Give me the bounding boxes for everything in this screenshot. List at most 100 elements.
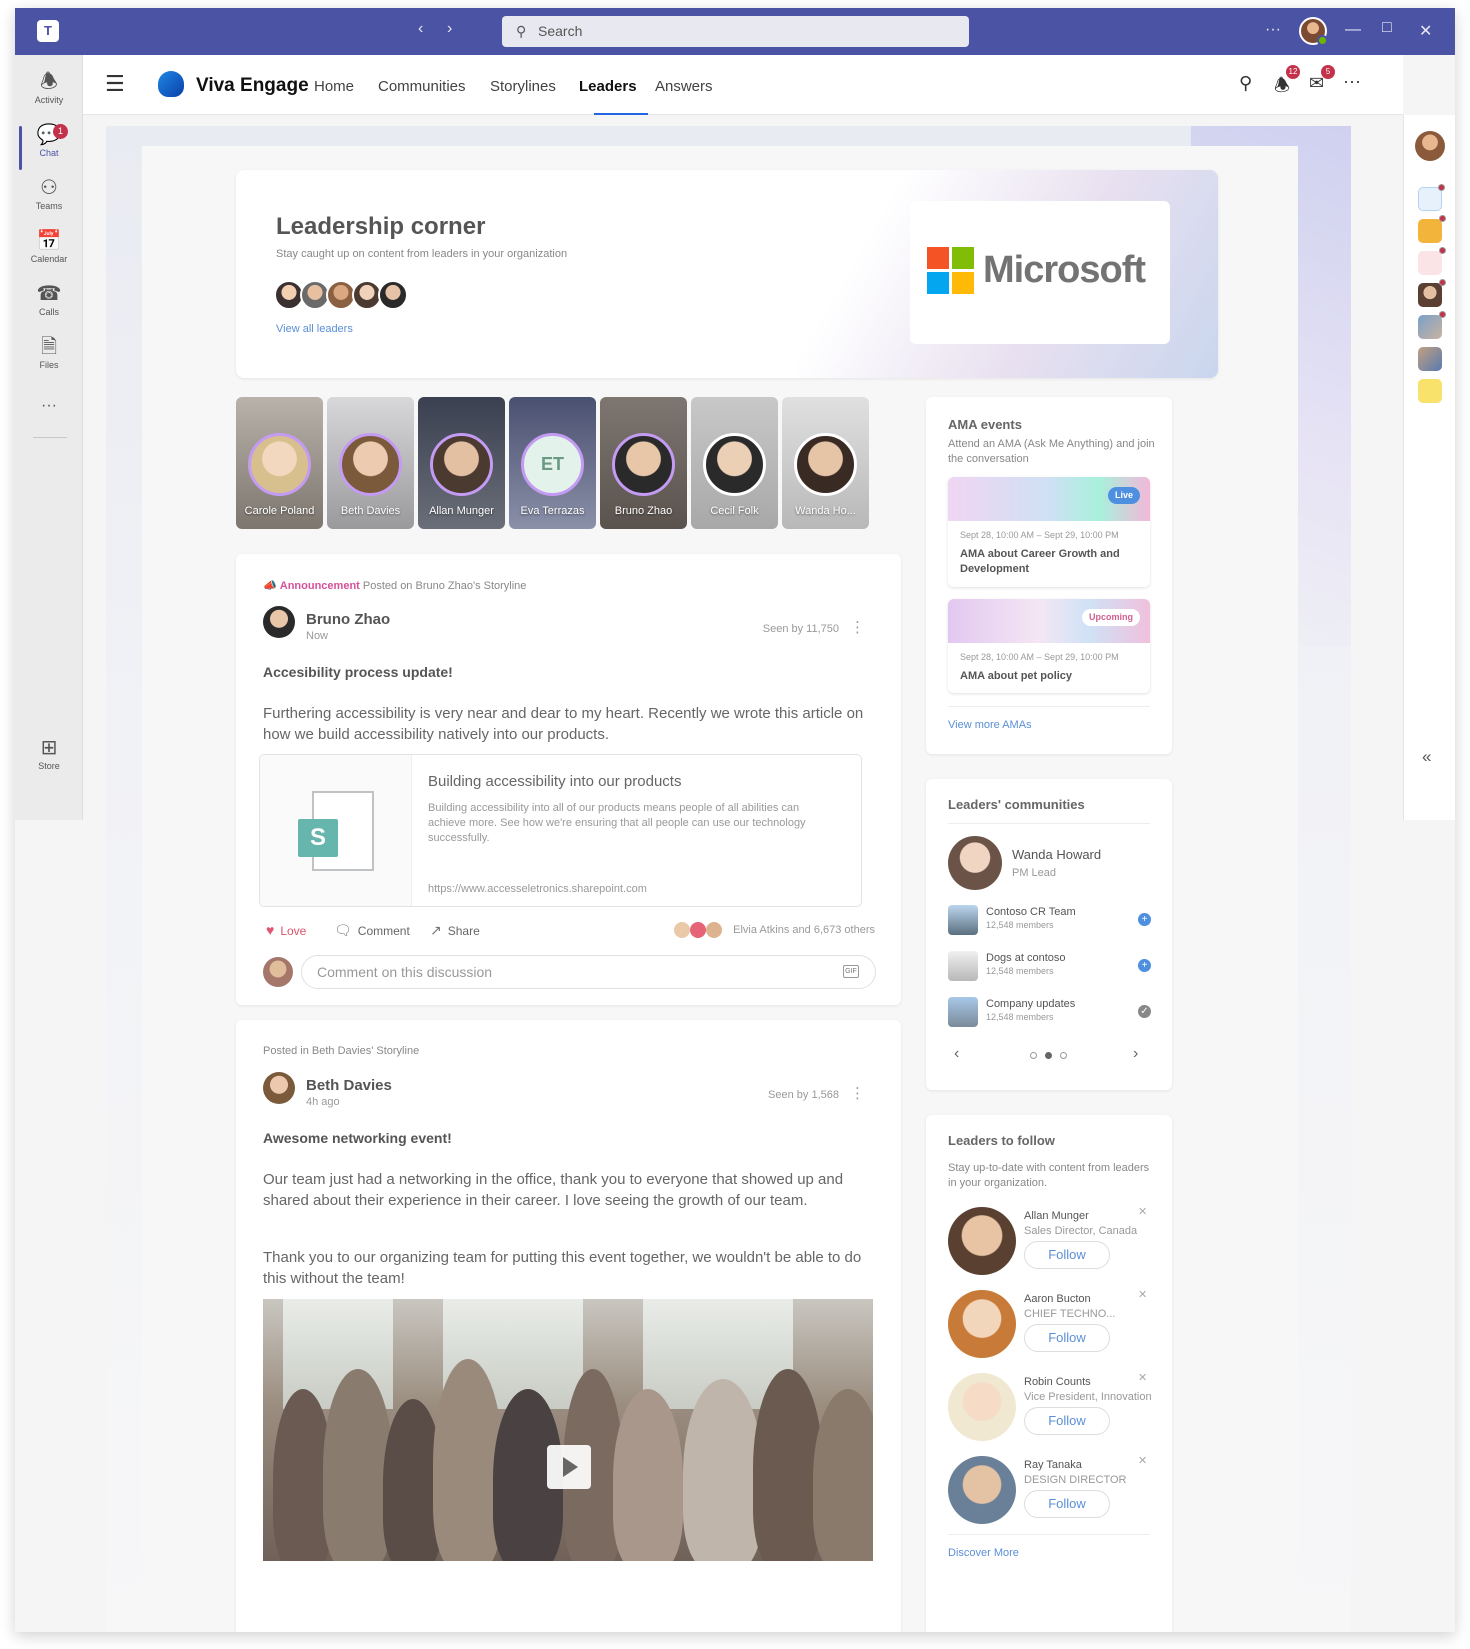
back-arrow-icon[interactable]: ‹ [418,20,423,38]
leader-tile[interactable]: Wanda Ho... [782,397,869,529]
leader-tile[interactable]: Cecil Folk [691,397,778,529]
rail-item-calendar[interactable]: 📅 Calendar [15,228,83,280]
person-app-icon[interactable] [1418,279,1446,307]
leader-avatar[interactable] [948,1207,1016,1275]
comment-input[interactable]: Comment on this discussion GIF [301,955,876,989]
close-icon[interactable]: ✕ [1419,21,1432,41]
maximize-icon[interactable]: □ [1382,19,1392,37]
rail-item-chat[interactable]: 💬 1 Chat [15,122,83,174]
follow-button[interactable]: Follow [1024,1407,1110,1435]
collapse-double-chevron-icon[interactable]: « [1422,747,1431,767]
love-button[interactable]: ♥ Love [266,922,306,938]
hamburger-menu-icon[interactable]: ☰ [105,71,125,97]
community-thumbnail[interactable] [948,905,978,935]
view-more-amas-link[interactable]: View more AMAs [948,719,1032,731]
search-icon[interactable]: ⚲ [1239,73,1252,94]
reaction-summary[interactable]: Elvia Atkins and 6,673 others [673,922,875,938]
leader-tile[interactable]: Beth Davies [327,397,414,529]
author-name[interactable]: Bruno Zhao [306,611,390,628]
event-video-thumbnail[interactable] [263,1299,873,1561]
heart-app-icon[interactable] [1418,247,1446,275]
leader-tile[interactable]: Carole Poland [236,397,323,529]
leader-avatar[interactable] [948,1456,1016,1524]
nav-communities[interactable]: Communities [378,78,466,95]
nav-home[interactable]: Home [314,78,354,95]
community-thumbnail[interactable] [948,951,978,981]
copilot-app-icon[interactable] [1418,184,1445,211]
follow-leader-role: Sales Director, Canada [1024,1225,1138,1237]
chart-app-icon[interactable] [1418,215,1446,243]
follow-leader-name[interactable]: Ray Tanaka [1024,1459,1082,1471]
more-options-icon[interactable]: ··· [1343,71,1361,92]
follow-button[interactable]: Follow [1024,1324,1110,1352]
main-content: Leadership corner Stay caught up on cont… [106,126,1351,1632]
ama-event-card[interactable]: Live Sept 28, 10:00 AM – Sept 29, 10:00 … [948,477,1150,587]
leader-tile[interactable]: Allan Munger [418,397,505,529]
rail-item-activity[interactable]: 🕭 Activity [15,69,83,121]
next-chevron-icon[interactable]: › [1133,1045,1138,1063]
rail-item-store[interactable]: ⊞ Store [15,735,83,787]
post-meta: 📣 Announcement Posted on Bruno Zhao's St… [263,579,526,592]
join-plus-icon[interactable]: + [1138,959,1151,972]
post-more-vertical-icon[interactable]: ⋮ [850,618,865,636]
view-all-leaders-link[interactable]: View all leaders [276,323,353,335]
sticky-note-app-icon[interactable] [1418,379,1442,403]
search-box[interactable]: ⚲ Search [502,16,969,47]
discover-more-link[interactable]: Discover More [948,1547,1019,1559]
dismiss-close-icon[interactable]: ✕ [1138,1205,1147,1218]
gif-icon[interactable]: GIF [843,965,859,978]
follow-leader-name[interactable]: Aaron Bucton [1024,1293,1091,1305]
clap-reaction-icon [706,922,723,938]
group-app-icon[interactable] [1418,311,1446,339]
community-leader-name[interactable]: Wanda Howard [1012,847,1101,862]
more-apps-icon[interactable]: ··· [15,397,83,449]
follow-leader-name[interactable]: Allan Munger [1024,1210,1089,1222]
link-preview-card[interactable]: S Building accessibility into our produc… [259,754,862,907]
page-dot-active[interactable] [1045,1052,1052,1059]
forward-arrow-icon[interactable]: › [447,20,452,38]
dismiss-close-icon[interactable]: ✕ [1138,1371,1147,1384]
play-button-icon[interactable] [547,1445,591,1489]
joined-check-icon[interactable]: ✓ [1138,1005,1151,1018]
author-avatar[interactable] [263,606,295,638]
rail-item-files[interactable]: 🗎 Files [15,334,83,386]
seen-count[interactable]: Seen by 11,750 [763,623,839,635]
comment-button[interactable]: 🗨 Comment [334,922,410,939]
page-dot[interactable] [1030,1052,1037,1059]
rail-item-teams[interactable]: ⚇ Teams [15,175,83,227]
leader-avatar[interactable] [948,1373,1016,1441]
dismiss-close-icon[interactable]: ✕ [1138,1454,1147,1467]
leader-tile[interactable]: ET Eva Terrazas [509,397,596,529]
post-origin: Posted on Bruno Zhao's Storyline [362,580,527,592]
rail-item-calls[interactable]: ☎ Calls [15,281,83,333]
author-name[interactable]: Beth Davies [306,1077,392,1094]
profile-avatar[interactable] [1415,131,1445,161]
community-thumbnail[interactable] [948,997,978,1027]
follow-button[interactable]: Follow [1024,1241,1110,1269]
seen-count[interactable]: Seen by 1,568 [768,1089,839,1101]
nav-leaders[interactable]: Leaders [579,78,637,95]
join-plus-icon[interactable]: + [1138,913,1151,926]
author-avatar[interactable] [263,1072,295,1104]
user-avatar[interactable] [1299,17,1328,46]
follow-button[interactable]: Follow [1024,1490,1110,1518]
ama-event-card[interactable]: Upcoming Sept 28, 10:00 AM – Sept 29, 10… [948,599,1150,693]
page-dot[interactable] [1060,1052,1067,1059]
leader-tile[interactable]: Bruno Zhao [600,397,687,529]
post-more-vertical-icon[interactable]: ⋮ [850,1084,865,1102]
community-name[interactable]: Contoso CR Team [986,906,1076,918]
teams-logo-icon: T [37,20,59,42]
dismiss-close-icon[interactable]: ✕ [1138,1288,1147,1301]
follow-leader-name[interactable]: Robin Counts [1024,1376,1091,1388]
community-name[interactable]: Company updates [986,998,1075,1010]
team-app-icon[interactable] [1418,347,1442,371]
leader-avatar[interactable] [948,836,1002,890]
community-name[interactable]: Dogs at contoso [986,952,1066,964]
more-options-icon[interactable]: ··· [1265,21,1281,39]
leader-avatar[interactable] [948,1290,1016,1358]
nav-answers[interactable]: Answers [655,78,713,95]
minimize-icon[interactable]: — [1345,21,1361,39]
previous-chevron-icon[interactable]: ‹ [954,1045,959,1063]
nav-storylines[interactable]: Storylines [490,78,556,95]
share-button[interactable]: ↗ Share [430,922,480,939]
